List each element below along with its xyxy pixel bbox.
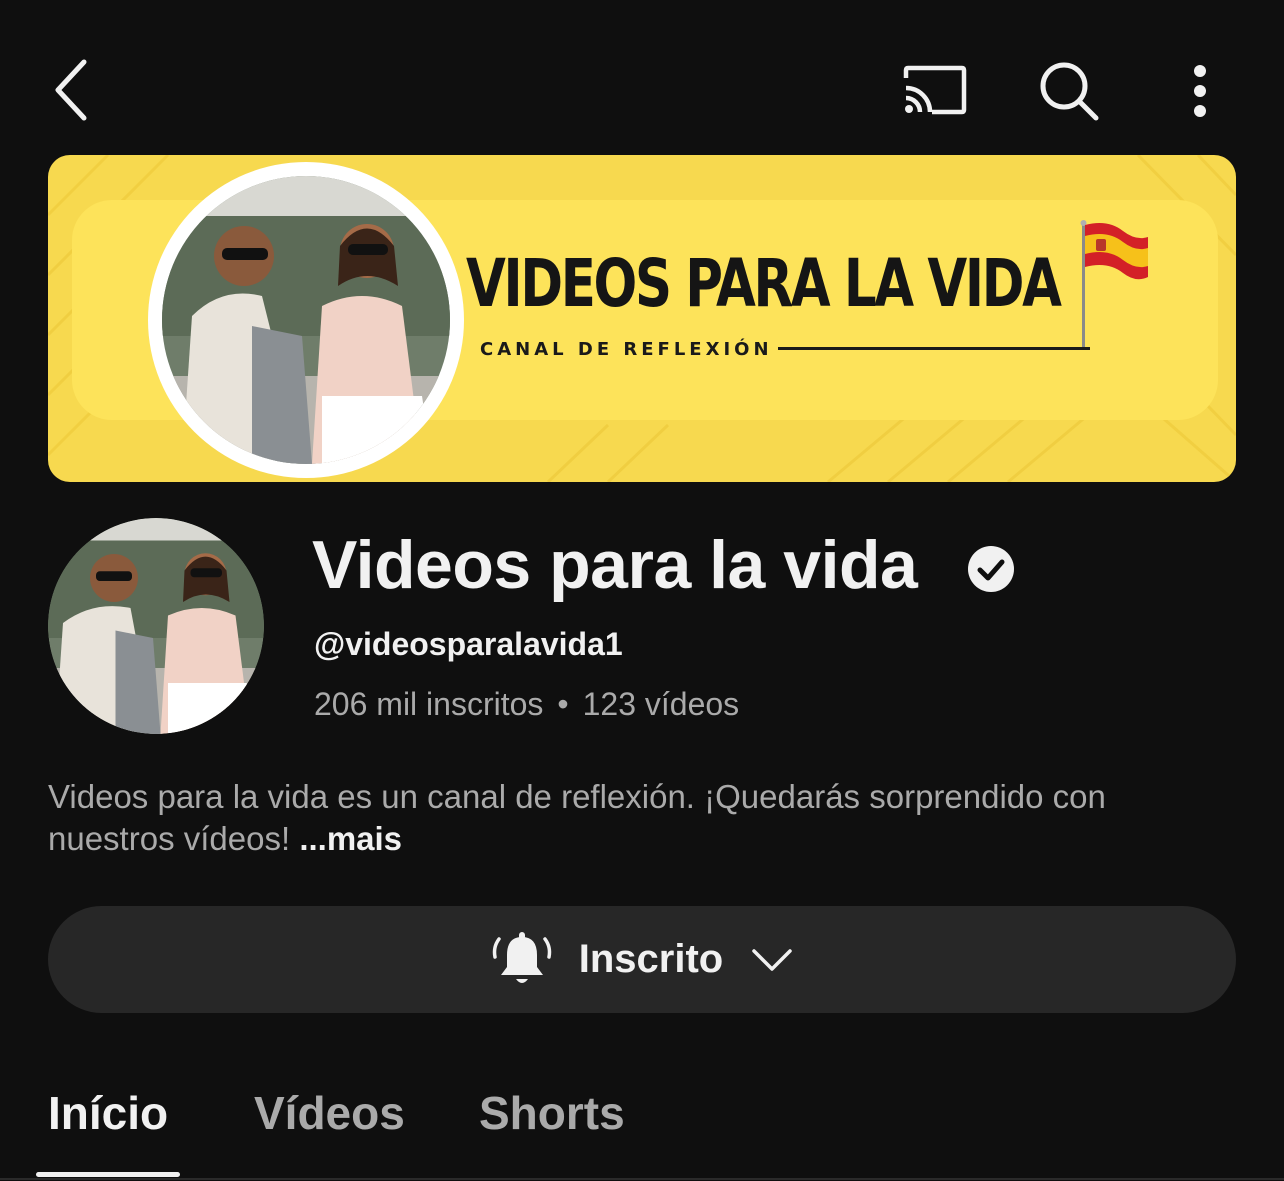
top-app-bar: [0, 0, 1284, 150]
channel-avatar[interactable]: [48, 518, 264, 734]
avatar-photo: [48, 518, 264, 734]
channel-description[interactable]: Videos para la vida es un canal de refle…: [48, 776, 1238, 860]
more-options-button[interactable]: [1172, 56, 1228, 126]
subscriber-count: 206 mil inscritos: [314, 686, 544, 722]
tabs-divider: [0, 1178, 1284, 1180]
back-button[interactable]: [40, 50, 104, 130]
search-icon: [1040, 62, 1099, 121]
cast-button[interactable]: [898, 58, 972, 122]
description-text: Videos para la vida es un canal de refle…: [48, 778, 1106, 857]
chevron-left-icon: [55, 59, 87, 121]
stats-separator: •: [557, 686, 569, 722]
active-tab-indicator: [36, 1172, 180, 1177]
more-vertical-icon: [1194, 65, 1206, 117]
channel-stats: 206 mil inscritos • 123 vídeos: [314, 686, 739, 723]
channel-banner: VIDEOS PARA LA VIDA CANAL DE REFLEXIÓN: [48, 155, 1236, 482]
banner-avatar: [148, 162, 464, 478]
video-count: 123 vídeos: [582, 686, 740, 722]
subscribed-label: Inscrito: [578, 937, 724, 981]
channel-tabs: Início Vídeos Shorts: [0, 1060, 1284, 1181]
banner-divider: [778, 347, 1090, 350]
banner-subtitle: CANAL DE REFLEXIÓN: [480, 339, 773, 360]
channel-name: Videos para la vida: [312, 527, 918, 603]
channel-handle: @videosparalavida1: [314, 626, 623, 662]
cast-icon: [903, 65, 967, 115]
chevron-down-icon: [752, 948, 792, 971]
banner-title: VIDEOS PARA LA VIDA: [466, 245, 1062, 322]
tab-inicio[interactable]: Início: [48, 1086, 168, 1140]
spain-flag-icon: [1080, 220, 1148, 347]
subscribed-button[interactable]: Inscrito: [48, 906, 1236, 1013]
bell-ringing-icon: [492, 931, 551, 983]
tab-videos[interactable]: Vídeos: [254, 1086, 405, 1140]
tab-shorts[interactable]: Shorts: [479, 1086, 625, 1140]
search-button[interactable]: [1034, 56, 1104, 126]
avatar-photo: [162, 176, 450, 464]
verified-check-icon: [968, 546, 1014, 592]
description-more-link[interactable]: ...mais: [299, 820, 402, 857]
